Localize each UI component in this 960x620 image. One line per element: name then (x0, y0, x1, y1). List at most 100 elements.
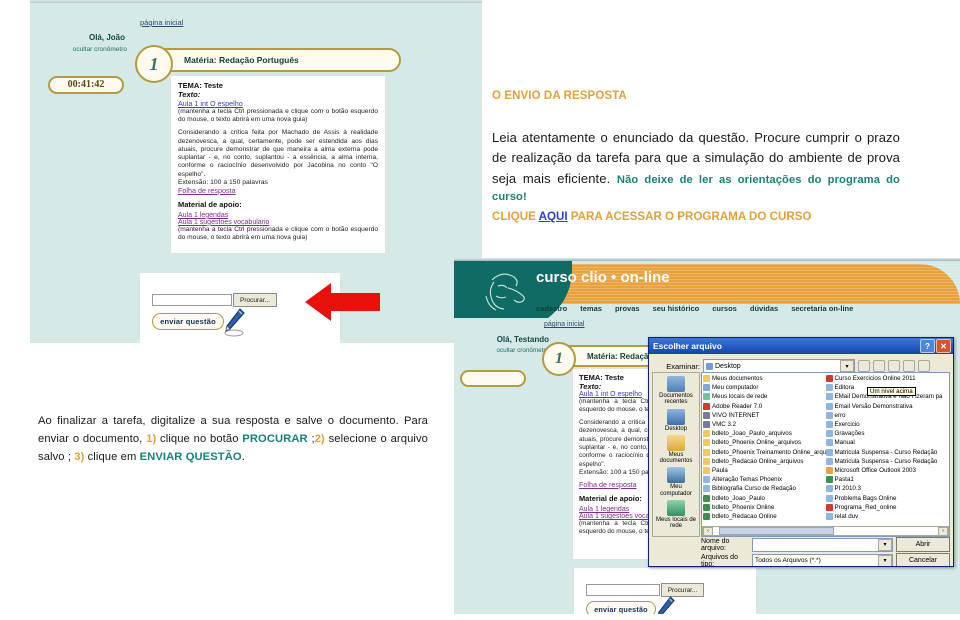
file-list-item[interactable]: Curso Exercicios Online 2011 (825, 374, 949, 383)
chevron-down-icon[interactable]: ▾ (840, 360, 854, 372)
texto-link-top[interactable]: Aula 1 int O espelho (178, 99, 378, 108)
file-list-item[interactable]: Programa_Red_online (825, 503, 949, 512)
question-statement-top: Considerando a crítica feita por Machado… (178, 129, 378, 178)
ctrl-note-2-top: (mantenha a tecla Ctrl pressionada e cli… (178, 225, 378, 242)
file-list-item[interactable]: Matricula Suspensa - Curso Redação (825, 457, 949, 466)
cancel-button[interactable]: Cancelar (896, 553, 950, 566)
place-recent-documents[interactable]: Documentos recentes (654, 376, 698, 406)
file-path-input-bottom[interactable] (586, 584, 660, 596)
submit-question-button-top[interactable]: enviar questão (152, 313, 224, 330)
step-number-3: 3) (74, 451, 85, 464)
chevron-down-icon[interactable]: ▾ (878, 554, 892, 566)
file-list-item[interactable]: Meus documentos (703, 374, 826, 383)
scroll-thumb[interactable] (719, 527, 834, 535)
file-list-item-label: Gravações (834, 430, 865, 438)
file-list-item[interactable]: VIVO INTERNET (703, 411, 826, 420)
nav-item-seu-historico[interactable]: seu histórico (653, 304, 700, 313)
instructions-part2: clique no botão (156, 433, 243, 446)
nav-item-temas[interactable]: temas (580, 304, 602, 313)
file-list-item[interactable]: Exercicio (825, 420, 949, 429)
file-list-item[interactable]: bdleto_Phoenix Treinamento Online_arquiv… (703, 448, 826, 457)
place-desktop[interactable]: Desktop (654, 408, 698, 432)
file-list-item[interactable]: bdleto_Redacao Online (703, 512, 826, 521)
place-my-documents[interactable]: Meus documentos (654, 434, 698, 465)
file-list-hscrollbar[interactable]: ‹ › (702, 526, 949, 536)
home-link-top[interactable]: página inicial (140, 18, 183, 27)
examinar-combobox[interactable]: Desktop ▾ (703, 359, 855, 373)
back-icon[interactable] (858, 360, 870, 372)
filename-label: Nome do arquivo: (701, 537, 730, 552)
file-list-item-label: bdleto_Redacao Online (712, 512, 777, 520)
hide-timer-link-bottom[interactable]: ocultar cronômetro (454, 347, 550, 354)
up-one-level-icon[interactable] (873, 360, 885, 372)
dialog-help-button[interactable]: ? (920, 339, 935, 353)
doc-icon (703, 476, 710, 484)
views-icon[interactable] (918, 360, 930, 372)
outlook-icon (825, 466, 833, 474)
browse-button-top[interactable]: Procurar... (233, 293, 277, 307)
place-my-computer[interactable]: Meu computador (654, 467, 698, 497)
file-list[interactable]: Meus documentos Meu computador Meus locais… (701, 372, 950, 537)
file-list-item[interactable]: Adobe Reader 7.0 (703, 402, 826, 411)
question-card-top: TEMA: Teste Texto: Aula 1 int O espelho … (170, 75, 386, 253)
file-list-item[interactable]: bdleto_Phoenix Online (703, 503, 826, 512)
file-list-item[interactable]: erro (825, 411, 949, 420)
file-list-item[interactable]: bdleto_Joao_Paulo (703, 493, 826, 502)
home-link-bottom[interactable]: página inicial (544, 321, 584, 328)
greeting-top: Olá, João (88, 33, 125, 42)
file-list-item[interactable]: VMC 3.2 (703, 420, 826, 429)
banner-title: curso clio • on-line (536, 269, 670, 286)
file-list-item[interactable]: Problema Bags Online (825, 493, 949, 502)
file-list-item[interactable]: Meu computador (703, 383, 826, 392)
submit-question-label-bottom: enviar questão (594, 604, 648, 614)
nav-item-secretaria[interactable]: secretaria on-line (791, 304, 853, 313)
folder-icon (703, 457, 710, 465)
file-list-item[interactable]: bdleto_Phoenix Online_arquivos (703, 438, 826, 447)
hide-timer-link-top[interactable]: ocultar cronômetro (30, 46, 127, 53)
file-list-item[interactable]: Pasta1 (825, 475, 949, 484)
file-list-item[interactable]: Alteração Temas Phoenix (703, 475, 826, 484)
chevron-down-icon[interactable]: ▾ (878, 538, 892, 551)
new-folder-icon[interactable] (903, 360, 915, 372)
browse-button-label-top: Procurar... (240, 296, 270, 304)
nav-item-duvidas[interactable]: dúvidas (750, 304, 778, 313)
desktop-icon (667, 408, 685, 425)
file-path-input-top[interactable] (152, 294, 232, 306)
place-network[interactable]: Meus locais de rede (654, 500, 698, 530)
file-list-item-label: bdleto_Redacao Online_arquivos (712, 457, 804, 465)
open-button[interactable]: Abrir (896, 537, 950, 552)
examinar-label: Examinar: (666, 361, 700, 371)
filetype-select[interactable]: Todos os Arquivos (*.*) ▾ (752, 553, 893, 566)
nav-item-cursos[interactable]: cursos (712, 304, 737, 313)
step-number-2: 2) (314, 433, 325, 446)
file-chooser-dialog[interactable]: Escolher arquivo ? ✕ Examinar: Desktop ▾ (648, 337, 954, 567)
file-list-item[interactable]: Gravações (825, 429, 949, 438)
nav-item-cadastro[interactable]: cadastro (536, 304, 567, 313)
scroll-right-icon[interactable]: › (938, 526, 948, 536)
material-link-1-top[interactable]: Aula 1 legendas (178, 212, 378, 219)
delete-icon[interactable] (888, 360, 900, 372)
nav-item-provas[interactable]: provas (615, 304, 640, 313)
subject-bar-top: Matéria: Redação Português (152, 48, 401, 72)
file-list-item[interactable]: relat duv (825, 512, 949, 521)
filename-input[interactable]: ▾ (752, 537, 893, 552)
filename-row: Nome do arquivo: ▾ Abrir (701, 537, 950, 552)
file-list-item[interactable]: Paula (703, 466, 826, 475)
material-link-2-top[interactable]: Aula 1 sugestoes vocabulario (178, 219, 378, 226)
submit-question-button-bottom[interactable]: enviar questão (586, 601, 656, 614)
scroll-left-icon[interactable]: ‹ (703, 526, 713, 536)
dialog-close-button[interactable]: ✕ (936, 339, 951, 353)
file-list-item[interactable]: PI 2010.3 (825, 484, 949, 493)
file-list-item[interactable]: bdleto_Joao_Paulo_arquivos (703, 429, 826, 438)
folha-resposta-link-top[interactable]: Folha de resposta (178, 186, 378, 195)
file-list-item[interactable]: Bibliografia Curso de Redação (703, 484, 826, 493)
file-list-item[interactable]: bdleto_Redacao Online_arquivos (703, 457, 826, 466)
banner-nav: cadastro temas provas seu histórico curs… (536, 304, 853, 313)
file-list-item[interactable]: Manual (825, 438, 949, 447)
timer-display-top: 00:41:42 (48, 76, 124, 94)
file-list-item[interactable]: Meus locais de rede (703, 392, 826, 401)
file-list-item[interactable]: Microsoft Office Outlook 2003 (825, 466, 949, 475)
cta-aqui-link[interactable]: AQUI (539, 210, 568, 223)
file-list-item[interactable]: Email Versão Demonstrativa (825, 402, 949, 411)
file-list-item[interactable]: Matricula Suspensa - Curso Redação (825, 448, 949, 457)
